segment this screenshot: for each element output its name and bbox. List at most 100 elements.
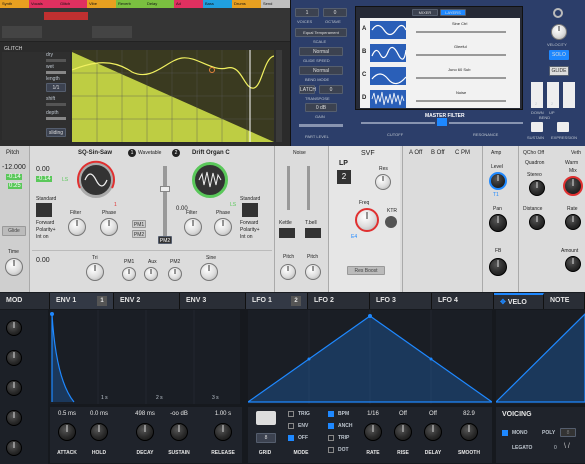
grid-select[interactable]: 8 <box>256 433 276 443</box>
ktr-icon[interactable] <box>385 216 397 228</box>
pm1-knob[interactable] <box>122 267 136 281</box>
osc1-val1[interactable]: 0.00 <box>36 166 50 173</box>
track-tab[interactable]: Vocals <box>29 0 58 8</box>
mod-val[interactable]: 0.00 <box>36 257 50 264</box>
tab-env1[interactable]: ENV 11 <box>50 293 114 309</box>
layer-wave-a[interactable] <box>370 21 406 39</box>
tri-knob[interactable] <box>86 263 104 281</box>
mod-source-knob[interactable] <box>6 320 22 336</box>
track-tab[interactable]: Ad <box>174 0 203 8</box>
tab-layers[interactable]: LAYERS <box>440 9 466 16</box>
res-boost-button[interactable]: Res Boost <box>347 266 385 275</box>
sustain-pedal-icon[interactable] <box>531 122 543 132</box>
pitch-fine-value[interactable]: -0.14 <box>6 174 22 180</box>
fb-knob[interactable] <box>489 258 507 276</box>
trig-checkbox[interactable] <box>288 411 294 417</box>
osc2-phase-knob[interactable] <box>214 218 232 236</box>
part-level-slider[interactable] <box>299 124 343 127</box>
filter-num[interactable]: 2 <box>337 170 351 184</box>
dry-slider[interactable] <box>46 59 66 62</box>
mod-source-knob[interactable] <box>6 440 22 456</box>
delay-knob[interactable] <box>424 423 442 441</box>
layer-wave-d[interactable] <box>370 90 406 108</box>
pitch-mod-value[interactable]: 0.25 <box>8 183 22 189</box>
tab-env3[interactable]: ENV 3 <box>180 293 246 309</box>
resonance-slider[interactable] <box>449 122 523 124</box>
track-tab[interactable]: Bass <box>203 0 232 8</box>
pm2-button[interactable]: PM2 <box>132 230 146 238</box>
pan-knob[interactable] <box>489 214 507 232</box>
noise-slider-1[interactable] <box>287 166 290 210</box>
trip-checkbox[interactable] <box>328 435 334 441</box>
envelope-display[interactable] <box>50 310 240 404</box>
tab-lfo2[interactable]: LFO 2 <box>308 293 370 309</box>
tbell-pitch-knob[interactable] <box>305 264 321 280</box>
tab-lfo3[interactable]: LFO 3 <box>370 293 432 309</box>
tab-lfo4[interactable]: LFO 4 <box>432 293 494 309</box>
track-tab[interactable]: Synth <box>0 0 29 8</box>
hold-knob[interactable] <box>90 423 108 441</box>
track-tab[interactable]: Vibe <box>87 0 116 8</box>
glitch-envelope-display[interactable] <box>72 50 274 142</box>
tab-note[interactable]: NOTE <box>544 293 585 309</box>
transpose-value[interactable]: 0 <box>319 85 343 94</box>
release-knob[interactable] <box>214 423 232 441</box>
level-knob[interactable] <box>489 172 507 190</box>
filter-type-button[interactable] <box>437 118 447 126</box>
sustain-knob[interactable] <box>170 423 188 441</box>
osc2-wave-display[interactable] <box>192 162 228 198</box>
track-tab[interactable]: Glitch <box>58 0 87 8</box>
bpm-checkbox[interactable] <box>328 411 334 417</box>
distance-knob[interactable] <box>529 214 545 230</box>
osc1-waveform-icon[interactable] <box>36 203 52 217</box>
mod-source-knob[interactable] <box>6 350 22 366</box>
folder-icon[interactable] <box>256 411 276 425</box>
tab-velo[interactable]: ✥ VELO <box>494 293 544 309</box>
bend-select[interactable]: Normal <box>299 66 343 75</box>
time-knob[interactable] <box>5 258 23 276</box>
a-off-label[interactable]: A Off <box>409 150 422 156</box>
mono-checkbox[interactable] <box>502 430 508 436</box>
noise-slider-2[interactable] <box>307 166 310 210</box>
velo-display[interactable] <box>496 310 585 404</box>
kettle-icon[interactable] <box>279 228 295 238</box>
lfo-rate-knob[interactable] <box>364 423 382 441</box>
osc-mix-handle[interactable] <box>160 186 170 192</box>
osc2-filter-knob[interactable] <box>184 218 202 236</box>
latch-button[interactable]: LATCH <box>299 85 316 94</box>
track-tab[interactable]: Delay <box>145 0 174 8</box>
layer-wave-c[interactable] <box>370 67 406 85</box>
track-tab[interactable]: Send <box>261 0 290 8</box>
track-tab[interactable]: Drums <box>232 0 261 8</box>
layer-slider[interactable] <box>416 100 506 102</box>
pitch-value[interactable]: -12.000 <box>2 164 26 171</box>
aux-knob[interactable] <box>144 267 158 281</box>
tbell-icon[interactable] <box>305 228 321 238</box>
legato-curve-icon[interactable]: \ / <box>564 443 570 450</box>
mod-source-knob[interactable] <box>6 410 22 426</box>
octave-value[interactable]: 0 <box>323 8 347 17</box>
anch-checkbox[interactable] <box>328 423 334 429</box>
layer-wave-b[interactable] <box>370 44 406 62</box>
glide-button[interactable]: GLIDE <box>549 66 569 76</box>
osc1-filter-knob[interactable] <box>68 218 86 236</box>
mod-source-knob[interactable] <box>6 380 22 396</box>
device-red[interactable] <box>44 12 88 20</box>
veth-label[interactable]: Veth <box>571 150 581 156</box>
legato-value[interactable]: 0 <box>554 445 557 451</box>
dot-checkbox[interactable] <box>328 447 334 453</box>
qcho-label[interactable]: QCho Off <box>523 150 544 156</box>
poly-value[interactable]: 8 <box>560 428 576 437</box>
env-checkbox[interactable] <box>288 423 294 429</box>
stereo-knob[interactable] <box>529 180 545 196</box>
settings-icon[interactable] <box>553 8 563 18</box>
tuning-select[interactable]: Equal Temperament <box>295 28 347 37</box>
attack-knob[interactable] <box>58 423 76 441</box>
glide-select[interactable]: Normal <box>299 47 343 56</box>
expression-pedal-icon[interactable] <box>557 122 569 132</box>
rise-knob[interactable] <box>394 423 412 441</box>
pm1-button[interactable]: PM1 <box>132 220 146 228</box>
decay-knob[interactable] <box>136 423 154 441</box>
tab-lfo1[interactable]: LFO 12 <box>246 293 308 309</box>
glide-toggle[interactable]: Glide <box>2 226 26 236</box>
